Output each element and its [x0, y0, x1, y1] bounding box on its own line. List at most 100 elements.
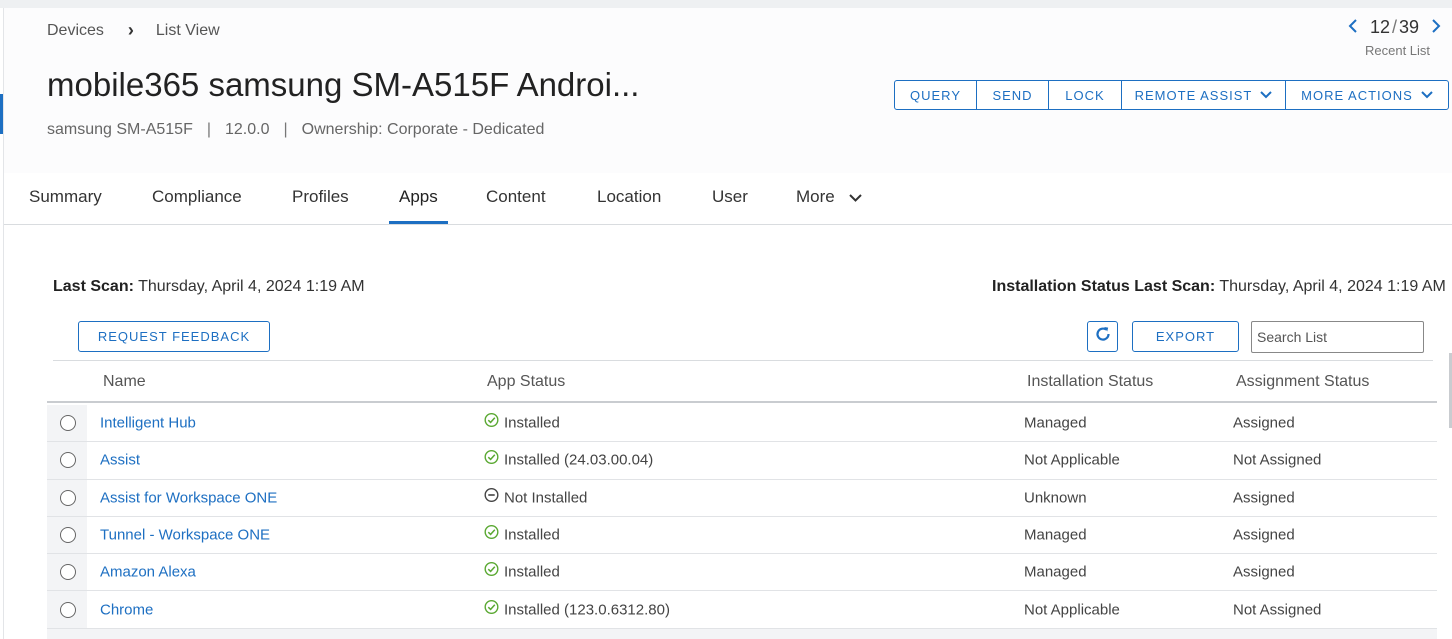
- query-button[interactable]: QUERY: [895, 81, 977, 109]
- column-header-app-status[interactable]: App Status: [487, 373, 565, 391]
- last-scan-value: Thursday, April 4, 2024 1:19 AM: [138, 278, 365, 295]
- chevron-right-icon[interactable]: [1429, 16, 1443, 39]
- installation-last-scan-value: Thursday, April 4, 2024 1:19 AM: [1219, 278, 1446, 295]
- app-status: Installed: [484, 413, 560, 432]
- send-button[interactable]: SEND: [977, 81, 1049, 109]
- chevron-left-icon[interactable]: [1346, 16, 1360, 39]
- top-bar: [0, 0, 1452, 8]
- chevron-down-icon: [1260, 88, 1273, 102]
- app-status-text: Not Installed: [504, 489, 588, 507]
- more-actions-button[interactable]: MORE ACTIONS: [1286, 81, 1448, 109]
- row-select-radio[interactable]: [60, 489, 76, 506]
- active-tab-indicator: [389, 221, 448, 224]
- installation-status: Managed: [1024, 526, 1087, 544]
- tab-compliance[interactable]: Compliance: [152, 187, 242, 207]
- app-name-link[interactable]: Chrome: [100, 601, 153, 618]
- installation-last-scan: Installation Status Last Scan: Thursday,…: [992, 278, 1452, 296]
- separator: |: [206, 121, 211, 138]
- app-name-link[interactable]: Intelligent Hub: [100, 415, 196, 432]
- check-circle-icon: [484, 599, 499, 614]
- tab-summary[interactable]: Summary: [29, 187, 102, 207]
- check-circle-icon: [484, 562, 499, 577]
- device-subtitle: samsung SM-A515F | 12.0.0 | Ownership: Corpo…: [47, 121, 544, 139]
- table-row[interactable]: Assist Installed (24.03.00.04) Not Applica…: [47, 442, 1437, 480]
- table-row[interactable]: Amazon Alexa Installed Managed Assigned: [47, 554, 1437, 592]
- export-button[interactable]: EXPORT: [1132, 321, 1239, 352]
- app-name-link[interactable]: Tunnel - Workspace ONE: [100, 527, 270, 544]
- app-status: Installed (24.03.00.04): [484, 450, 654, 469]
- breadcrumb-current: List View: [155, 21, 220, 39]
- tab-more[interactable]: More: [796, 187, 863, 207]
- row-select-radio[interactable]: [60, 452, 76, 469]
- table-divider: [53, 360, 1433, 361]
- tab-profiles[interactable]: Profiles: [292, 187, 349, 207]
- tab-apps[interactable]: Apps: [399, 187, 438, 207]
- pager-position: 12/39: [1370, 17, 1419, 38]
- assignment-status: Assigned: [1233, 414, 1295, 432]
- next-row-partial: [47, 629, 1437, 639]
- check-circle-icon: [484, 450, 499, 465]
- row-select-cell: [47, 516, 87, 554]
- separator: |: [283, 121, 288, 138]
- tab-more-label: More: [796, 187, 835, 206]
- breadcrumb-devices[interactable]: Devices: [47, 22, 104, 40]
- tab-location[interactable]: Location: [597, 187, 661, 207]
- app-name-link[interactable]: Assist for Workspace ONE: [100, 489, 277, 506]
- installation-status: Not Applicable: [1024, 601, 1120, 619]
- column-header-name[interactable]: Name: [103, 373, 146, 391]
- assignment-status: Assigned: [1233, 563, 1295, 581]
- installation-status: Managed: [1024, 563, 1087, 581]
- row-select-cell: [47, 554, 87, 591]
- search-input[interactable]: [1251, 321, 1424, 353]
- page-title: mobile365 samsung SM-A515F Androi...: [47, 66, 640, 103]
- check-circle-icon: [484, 525, 499, 540]
- installation-last-scan-label: Installation Status Last Scan:: [992, 278, 1216, 295]
- app-status-text: Installed (123.0.6312.80): [504, 601, 670, 619]
- remote-assist-label: REMOTE ASSIST: [1134, 87, 1253, 103]
- row-select-cell: [47, 442, 87, 479]
- record-pager: 12/39: [1346, 16, 1443, 39]
- column-header-installation-status[interactable]: Installation Status: [1027, 373, 1153, 391]
- table-row[interactable]: Tunnel - Workspace ONE Installed Managed As…: [47, 516, 1437, 555]
- last-scan: Last Scan: Thursday, April 4, 2024 1:19 …: [53, 278, 365, 296]
- app-status-text: Installed: [504, 414, 560, 432]
- refresh-button[interactable]: [1087, 321, 1118, 352]
- tab-content[interactable]: Content: [486, 187, 546, 207]
- app-status-text: Installed: [504, 526, 560, 544]
- refresh-icon: [1094, 325, 1112, 348]
- export-label: EXPORT: [1155, 329, 1216, 344]
- app-status: Installed (123.0.6312.80): [484, 599, 670, 619]
- device-tabs: Summary Compliance Profiles Apps Content…: [4, 173, 1452, 225]
- app-status-text: Installed (24.03.00.04): [504, 451, 654, 469]
- device-model: samsung SM-A515F: [47, 121, 193, 138]
- apps-table-body: Intelligent Hub Installed Managed Assigned A…: [47, 405, 1437, 629]
- row-select-radio[interactable]: [60, 415, 76, 432]
- tab-user[interactable]: User: [712, 187, 748, 207]
- remote-assist-button[interactable]: REMOTE ASSIST: [1122, 81, 1286, 109]
- table-row[interactable]: Assist for Workspace ONE Not Installed Unk…: [47, 479, 1437, 517]
- table-row[interactable]: Chrome Installed (123.0.6312.80) Not Appli…: [47, 591, 1437, 629]
- device-os-version: 12.0.0: [225, 121, 270, 138]
- row-select-radio[interactable]: [60, 601, 76, 618]
- installation-status: Managed: [1024, 414, 1087, 432]
- row-select-cell: [47, 591, 87, 628]
- column-header-assignment-status[interactable]: Assignment Status: [1236, 373, 1369, 391]
- assignment-status: Assigned: [1233, 489, 1295, 507]
- breadcrumb: Devices › List View: [47, 20, 220, 41]
- app-status: Installed: [484, 562, 560, 581]
- assignment-status: Assigned: [1233, 526, 1295, 544]
- minus-circle-icon: [484, 487, 499, 502]
- app-name-link[interactable]: Amazon Alexa: [100, 564, 196, 581]
- table-row[interactable]: Intelligent Hub Installed Managed Assigned: [47, 405, 1437, 443]
- chevron-down-icon: [849, 190, 863, 205]
- request-feedback-button[interactable]: REQUEST FEEDBACK: [78, 321, 270, 352]
- lock-button[interactable]: LOCK: [1049, 81, 1122, 109]
- more-actions-label: MORE ACTIONS: [1301, 87, 1413, 103]
- row-select-radio[interactable]: [60, 564, 76, 581]
- row-select-radio[interactable]: [60, 527, 76, 544]
- check-circle-icon: [484, 413, 499, 428]
- app-name-link[interactable]: Assist: [100, 452, 140, 469]
- app-status: Installed: [484, 525, 560, 544]
- app-status: Not Installed: [484, 487, 588, 507]
- chevron-right-icon: ›: [127, 20, 134, 40]
